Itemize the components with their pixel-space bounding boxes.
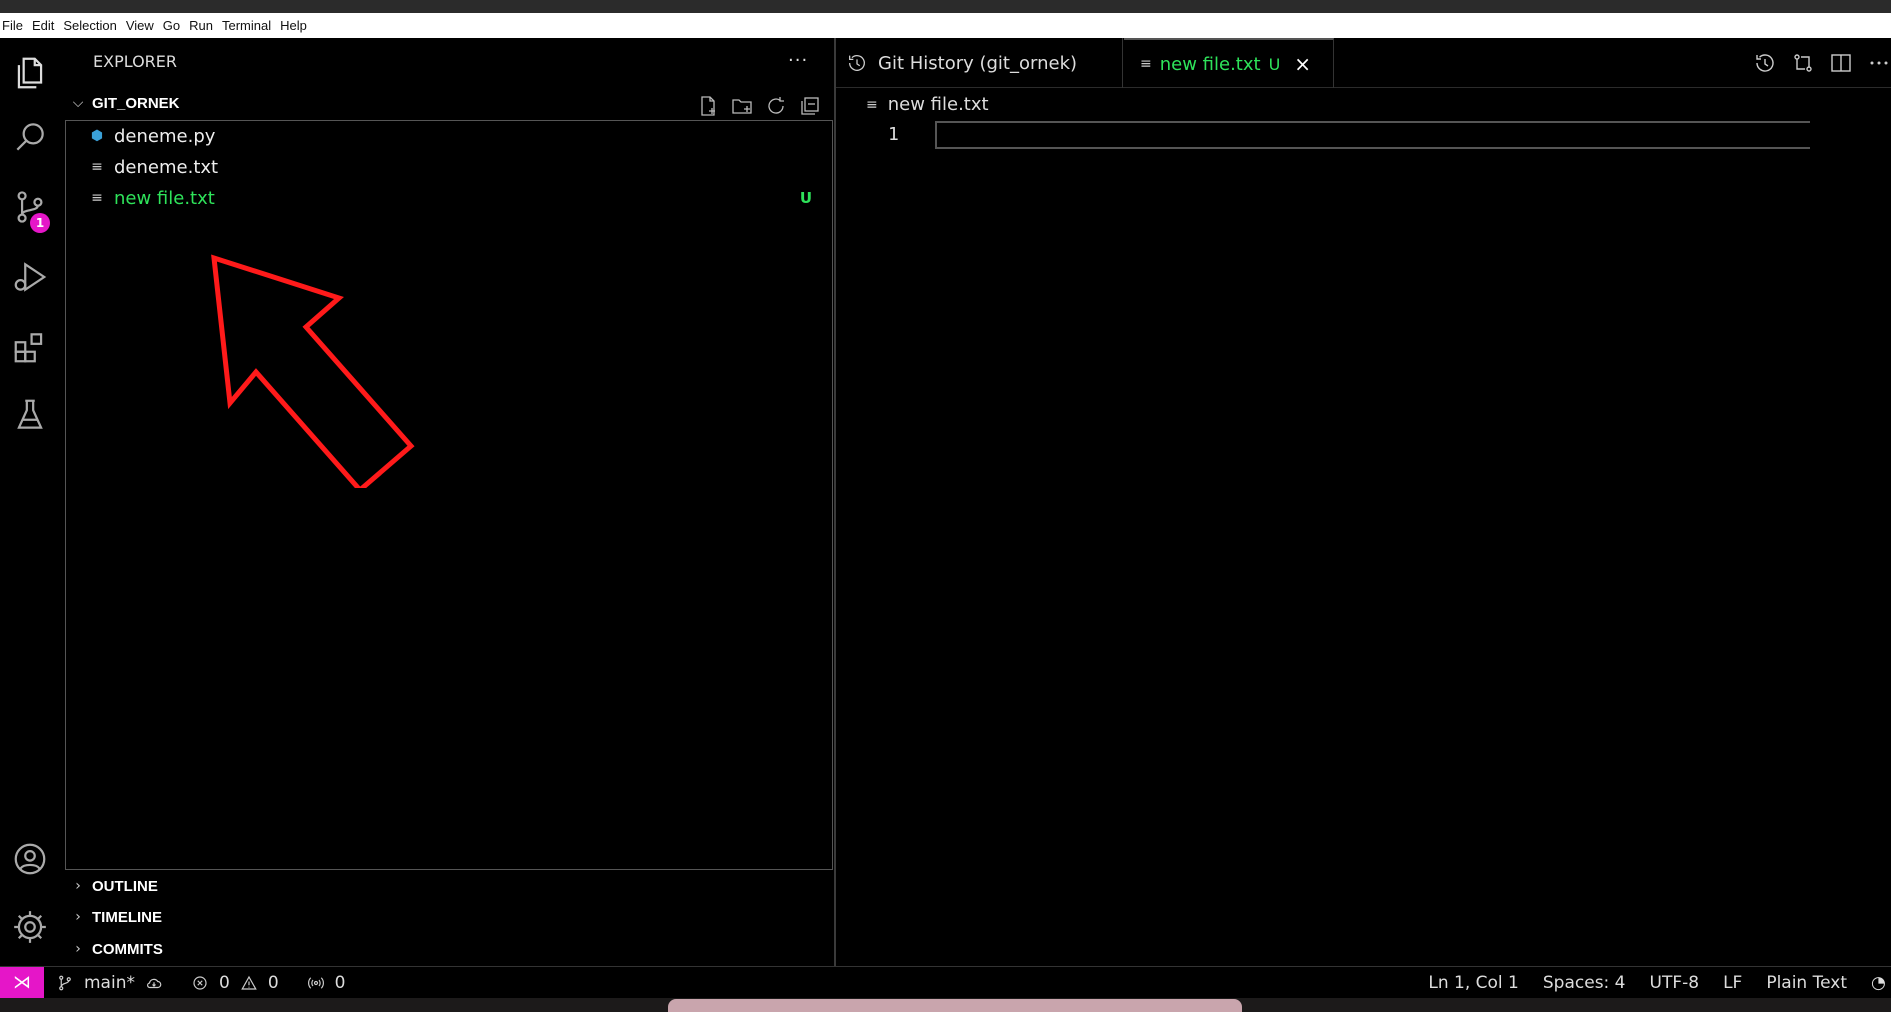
annotation-arrow <box>211 254 415 488</box>
tab-git-history[interactable]: Git History (git_ornek) <box>846 38 1123 88</box>
indentation[interactable]: Spaces: 4 <box>1543 973 1626 993</box>
more-actions-icon[interactable]: ··· <box>788 50 808 71</box>
file-item-deneme-py[interactable]: ⬢ deneme.py <box>66 121 832 151</box>
file-item-new-file-txt[interactable]: ≡ new file.txt U <box>66 183 832 213</box>
gear-icon[interactable] <box>9 906 51 948</box>
status-bar: ⋊ main* 0 0 0 Ln 1, Col 1 Spaces: 4 UTF-… <box>0 966 1891 999</box>
branch-name[interactable]: main* <box>84 973 135 993</box>
text-file-icon: ≡ <box>866 96 878 113</box>
history-icon <box>849 55 865 71</box>
ports-icon <box>307 976 324 989</box>
menu-terminal[interactable]: Terminal <box>222 18 271 33</box>
sidebar-title: EXPLORER <box>93 52 177 71</box>
notifications-bell-icon[interactable]: ◔ <box>1871 973 1886 993</box>
file-name: deneme.py <box>114 125 216 147</box>
ports-count[interactable]: 0 <box>335 973 346 993</box>
outline-section-header[interactable]: › OUTLINE <box>64 873 834 899</box>
status-left: main* 0 0 0 <box>56 973 345 993</box>
error-icon <box>193 975 207 990</box>
menu-edit[interactable]: Edit <box>32 18 54 33</box>
text-file-icon: ≡ <box>91 159 103 175</box>
menu-run[interactable]: Run <box>189 18 213 33</box>
section-label: TIMELINE <box>92 908 162 926</box>
python-icon: ⬢ <box>90 128 104 144</box>
explorer-sidebar: EXPLORER ··· ⌵ GIT_ORNEK ⬢ deneme.py ≡ d… <box>64 38 834 966</box>
tab-bar: Git History (git_ornek) ≡ new file.txt U… <box>836 38 1891 88</box>
menu-view[interactable]: View <box>126 18 154 33</box>
commits-section-header[interactable]: › COMMITS <box>64 936 834 962</box>
split-editor-icon[interactable] <box>1829 51 1853 75</box>
editor-actions <box>1753 51 1891 75</box>
branch-icon <box>59 975 71 990</box>
menu-selection[interactable]: Selection <box>63 18 116 33</box>
breadcrumb-file: new file.txt <box>887 94 989 115</box>
line-number: 1 <box>888 124 899 145</box>
status-right: Ln 1, Col 1 Spaces: 4 UTF-8 LF Plain Tex… <box>1428 967 1891 999</box>
desktop-dock <box>0 998 1891 1012</box>
folder-section-header[interactable]: ⌵ GIT_ORNEK <box>64 90 834 116</box>
file-name: new file.txt <box>114 187 215 209</box>
tab-label: new file.txt <box>1159 53 1261 75</box>
timeline-history-icon[interactable] <box>1753 51 1777 75</box>
current-line-highlight[interactable] <box>935 121 1810 149</box>
text-file-icon: ≡ <box>91 190 103 206</box>
refresh-icon[interactable] <box>764 94 788 118</box>
compare-changes-icon[interactable] <box>1791 51 1815 75</box>
window-title-strip <box>0 0 1891 13</box>
menu-bar: File Edit Selection View Go Run Terminal… <box>0 13 1891 38</box>
file-name: deneme.txt <box>114 156 219 178</box>
remote-indicator-icon[interactable]: ⋊ <box>0 966 44 999</box>
collapse-all-icon[interactable] <box>798 94 822 118</box>
dock-panel <box>668 999 1242 1012</box>
run-debug-icon[interactable] <box>9 256 51 298</box>
encoding[interactable]: UTF-8 <box>1650 973 1700 993</box>
chevron-right-icon: › <box>75 909 81 925</box>
more-actions-icon[interactable] <box>1867 51 1891 75</box>
menu-help[interactable]: Help <box>280 18 307 33</box>
section-label: OUTLINE <box>92 877 158 895</box>
chevron-down-icon: ⌵ <box>72 95 84 111</box>
language-mode[interactable]: Plain Text <box>1766 973 1847 993</box>
file-item-deneme-txt[interactable]: ≡ deneme.txt <box>66 152 832 182</box>
cloud-sync-icon[interactable] <box>145 974 163 992</box>
activity-bar: 1 <box>0 38 62 966</box>
text-file-icon: ≡ <box>1140 56 1152 72</box>
error-count[interactable]: 0 <box>219 973 230 993</box>
explorer-icon[interactable] <box>9 52 51 94</box>
new-folder-icon[interactable] <box>730 94 754 118</box>
menu-file[interactable]: File <box>2 18 23 33</box>
timeline-section-header[interactable]: › TIMELINE <box>64 904 834 930</box>
untracked-status-badge: U <box>1268 54 1281 74</box>
new-file-icon[interactable] <box>696 94 720 118</box>
folder-name: GIT_ORNEK <box>92 94 180 112</box>
tab-label: Git History (git_ornek) <box>878 52 1078 74</box>
cursor-position[interactable]: Ln 1, Col 1 <box>1428 973 1519 993</box>
breadcrumb[interactable]: ≡ new file.txt <box>866 94 989 115</box>
explorer-toolbar <box>696 94 822 118</box>
source-control-badge: 1 <box>30 213 50 233</box>
search-icon[interactable] <box>9 116 51 158</box>
warning-icon <box>241 975 257 990</box>
file-tree: ⬢ deneme.py ≡ deneme.txt ≡ new file.txt … <box>65 120 833 870</box>
chevron-right-icon: › <box>75 941 81 957</box>
extensions-icon[interactable] <box>9 326 51 368</box>
close-icon[interactable]: × <box>1294 52 1311 76</box>
tab-new-file-txt[interactable]: ≡ new file.txt U × <box>1124 38 1334 88</box>
end-of-line[interactable]: LF <box>1723 973 1742 993</box>
warning-count[interactable]: 0 <box>268 973 279 993</box>
menu-go[interactable]: Go <box>163 18 180 33</box>
testing-icon[interactable] <box>9 394 51 436</box>
account-icon[interactable] <box>9 838 51 880</box>
untracked-status-badge: U <box>799 189 812 207</box>
editor-area: Git History (git_ornek) ≡ new file.txt U… <box>836 38 1891 966</box>
section-label: COMMITS <box>92 940 163 958</box>
chevron-right-icon: › <box>75 878 81 894</box>
